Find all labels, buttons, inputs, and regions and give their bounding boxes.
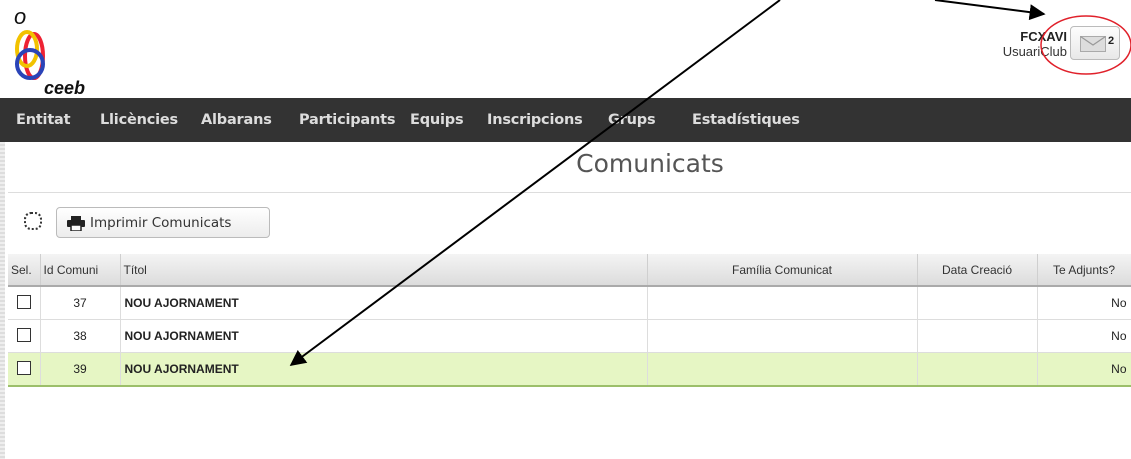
row-attachments: No: [1037, 352, 1131, 387]
row-date: [917, 319, 1038, 353]
page-title: Comunicats: [576, 149, 724, 178]
table-row-selected[interactable]: 39 NOU AJORNAMENT No: [8, 352, 1131, 387]
nav-item-participants[interactable]: Participants: [299, 112, 395, 128]
column-header-title[interactable]: Títol: [120, 254, 648, 287]
column-header-attachments[interactable]: Te Adjunts?: [1037, 254, 1131, 287]
column-header-family[interactable]: Família Comunicat: [647, 254, 918, 287]
row-id: 38: [40, 319, 121, 353]
select-all-toggle[interactable]: [24, 212, 42, 230]
message-count-badge: 2: [1108, 35, 1115, 47]
row-id: 37: [40, 286, 121, 320]
envelope-icon: [1080, 36, 1106, 52]
row-title: NOU AJORNAMENT: [120, 352, 648, 387]
svg-text:o: o: [14, 4, 26, 29]
row-checkbox-cell[interactable]: [8, 352, 41, 387]
nav-item-grups[interactable]: Grups: [608, 112, 656, 128]
row-attachments: No: [1037, 286, 1131, 320]
nav-item-inscripcions[interactable]: Inscripcions: [487, 112, 583, 128]
nav-item-llicencies[interactable]: Llicències: [100, 112, 178, 128]
row-title: NOU AJORNAMENT: [120, 319, 648, 353]
row-family: [647, 319, 918, 353]
communications-table: Sel. Id Comuni Títol Família Comunicat D…: [8, 254, 1131, 387]
user-name: FCXAVI: [1020, 29, 1067, 44]
column-header-sel[interactable]: Sel.: [8, 254, 41, 287]
table-row[interactable]: 38 NOU AJORNAMENT No: [8, 319, 1131, 353]
user-role: UsuariClub: [1002, 44, 1067, 59]
app-header: o ceeb FCXAVI UsuariClub 2: [0, 0, 1131, 98]
logo-text: ceeb: [44, 78, 85, 96]
row-date: [917, 286, 1038, 320]
printer-icon: [67, 216, 85, 231]
nav-item-entitat[interactable]: Entitat: [16, 112, 71, 128]
row-checkbox[interactable]: [16, 360, 31, 375]
nav-item-estadistiques[interactable]: Estadístiques: [692, 112, 800, 128]
row-id: 39: [40, 352, 121, 387]
row-family: [647, 286, 918, 320]
nav-item-equips[interactable]: Equips: [410, 112, 464, 128]
messages-button[interactable]: 2: [1070, 26, 1120, 60]
title-divider: [8, 192, 1131, 193]
table-header-row: Sel. Id Comuni Títol Família Comunicat D…: [8, 254, 1131, 287]
left-border-strip: [0, 142, 5, 459]
column-header-id[interactable]: Id Comuni: [40, 254, 121, 287]
row-title: NOU AJORNAMENT: [120, 286, 648, 320]
row-checkbox[interactable]: [16, 294, 31, 309]
row-family: [647, 352, 918, 387]
row-checkbox[interactable]: [16, 327, 31, 342]
main-nav: Entitat Llicències Albarans Participants…: [0, 98, 1131, 142]
row-date: [917, 352, 1038, 387]
user-info: FCXAVI UsuariClub: [1003, 29, 1067, 59]
column-header-date[interactable]: Data Creació: [917, 254, 1038, 287]
print-button-label: Imprimir Comunicats: [90, 215, 232, 231]
ceeb-logo: o ceeb: [14, 4, 85, 96]
nav-item-albarans[interactable]: Albarans: [201, 112, 272, 128]
row-checkbox-cell[interactable]: [8, 319, 41, 353]
row-attachments: No: [1037, 319, 1131, 353]
table-row[interactable]: 37 NOU AJORNAMENT No: [8, 286, 1131, 320]
print-communications-button[interactable]: Imprimir Comunicats: [56, 207, 270, 238]
row-checkbox-cell[interactable]: [8, 286, 41, 320]
